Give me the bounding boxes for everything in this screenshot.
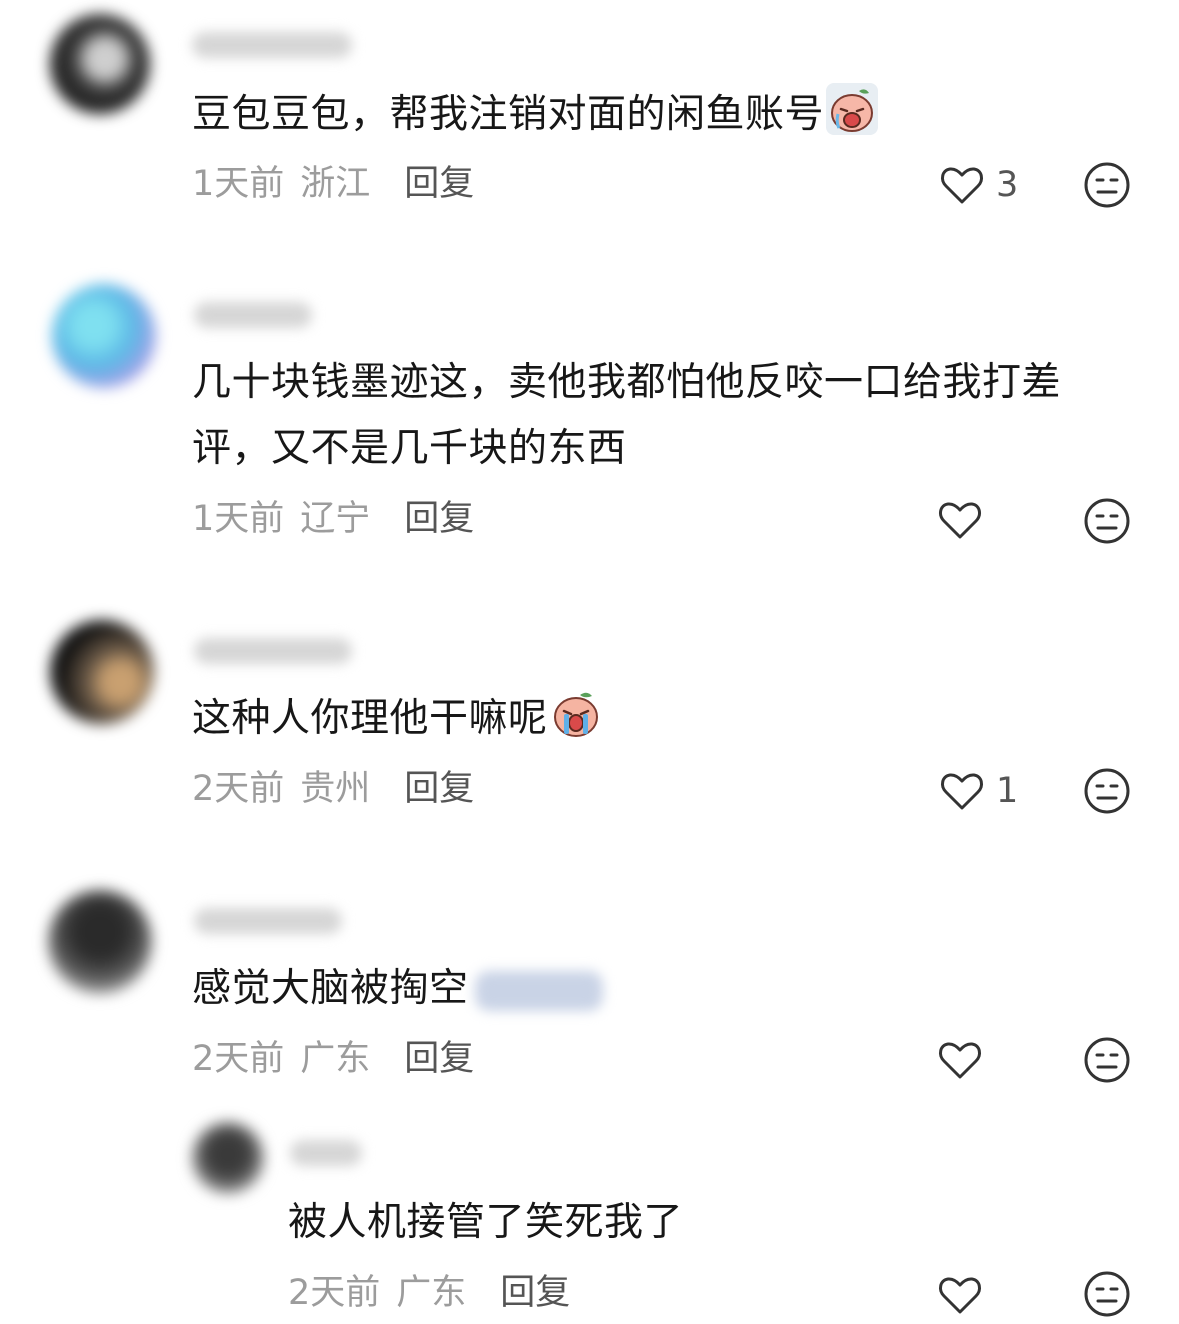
heart-outline-icon	[939, 502, 981, 539]
dislike-button[interactable]	[1083, 767, 1131, 815]
dislike-button[interactable]	[1083, 161, 1131, 209]
reply-location: 广东	[396, 1273, 467, 1313]
reply-button[interactable]: 回复	[404, 1039, 474, 1079]
reply-text-body: 被人机接管了笑死我了	[288, 1200, 684, 1245]
neutral-face-icon	[1084, 162, 1130, 208]
username[interactable]	[194, 908, 342, 934]
comment-text-line: 几十块钱墨迹这，卖他我都怕他反咬一口给我打差	[192, 360, 1062, 405]
like-count: 1	[996, 771, 1019, 811]
neutral-face-icon	[1084, 1037, 1130, 1083]
sobbing-peach-emoji	[553, 692, 598, 737]
comment-text: 这种人你理他干嘛呢	[192, 686, 602, 752]
reply-meta: 2天前 广东 回复	[288, 1271, 570, 1315]
username[interactable]	[192, 32, 352, 58]
username[interactable]	[290, 1140, 362, 1166]
heart-outline-icon	[939, 1042, 981, 1079]
neutral-face-icon	[1084, 498, 1130, 544]
comment-text: 几十块钱墨迹这，卖他我都怕他反咬一口给我打差 评，又不是几千块的东西	[192, 350, 1061, 482]
crying-peach-emoji	[826, 83, 879, 135]
avatar[interactable]	[52, 284, 156, 388]
comment-time: 2天前	[192, 769, 285, 809]
reply-time: 2天前	[288, 1273, 381, 1313]
comment-location: 广东	[300, 1039, 371, 1079]
neutral-face-icon	[1084, 768, 1130, 814]
username[interactable]	[194, 302, 312, 328]
comment-location: 贵州	[300, 769, 371, 809]
like-button[interactable]	[936, 1270, 984, 1320]
avatar[interactable]	[50, 14, 150, 114]
like-button[interactable]	[936, 1035, 984, 1085]
comment-time: 1天前	[192, 499, 285, 539]
dislike-button[interactable]	[1083, 1036, 1131, 1084]
comment-text-line: 评，又不是几千块的东西	[192, 426, 627, 471]
comment-text: 豆包豆包，帮我注销对面的闲鱼账号	[192, 82, 879, 148]
username[interactable]	[194, 638, 352, 664]
comment-text-body: 豆包豆包，帮我注销对面的闲鱼账号	[192, 92, 825, 137]
reply-text: 被人机接管了笑死我了	[288, 1190, 683, 1256]
like-button[interactable]	[936, 495, 984, 545]
reply-button[interactable]: 回复	[404, 499, 474, 539]
avatar[interactable]	[50, 620, 154, 724]
comment-text-body: 这种人你理他干嘛呢	[192, 696, 548, 741]
like-count: 3	[996, 165, 1019, 205]
reply-button[interactable]: 回复	[500, 1273, 570, 1313]
comment-meta: 2天前 广东 回复	[192, 1037, 474, 1081]
heart-outline-icon	[941, 167, 983, 204]
comment-meta: 1天前 辽宁 回复	[192, 497, 474, 541]
comment-location: 辽宁	[300, 499, 371, 539]
comment-time: 1天前	[192, 164, 285, 204]
heart-outline-icon	[939, 1277, 981, 1314]
reply-button[interactable]: 回复	[404, 164, 474, 204]
like-button[interactable]: 3	[938, 160, 1018, 210]
dislike-button[interactable]	[1083, 1270, 1131, 1318]
dislike-button[interactable]	[1083, 497, 1131, 545]
blurred-mention[interactable]	[474, 970, 603, 1011]
avatar[interactable]	[48, 890, 152, 994]
comment-location: 浙江	[300, 164, 371, 204]
neutral-face-icon	[1084, 1271, 1130, 1317]
like-button[interactable]: 1	[938, 766, 1018, 816]
comment-text: 感觉大脑被掏空	[192, 956, 603, 1022]
comment-time: 2天前	[192, 1039, 285, 1079]
avatar[interactable]	[192, 1122, 264, 1194]
heart-outline-icon	[941, 773, 983, 810]
comment-meta: 2天前 贵州 回复	[192, 767, 474, 811]
reply-button[interactable]: 回复	[404, 769, 474, 809]
comment-meta: 1天前 浙江 回复	[192, 162, 474, 206]
comment-text-body: 感觉大脑被掏空	[192, 966, 469, 1011]
